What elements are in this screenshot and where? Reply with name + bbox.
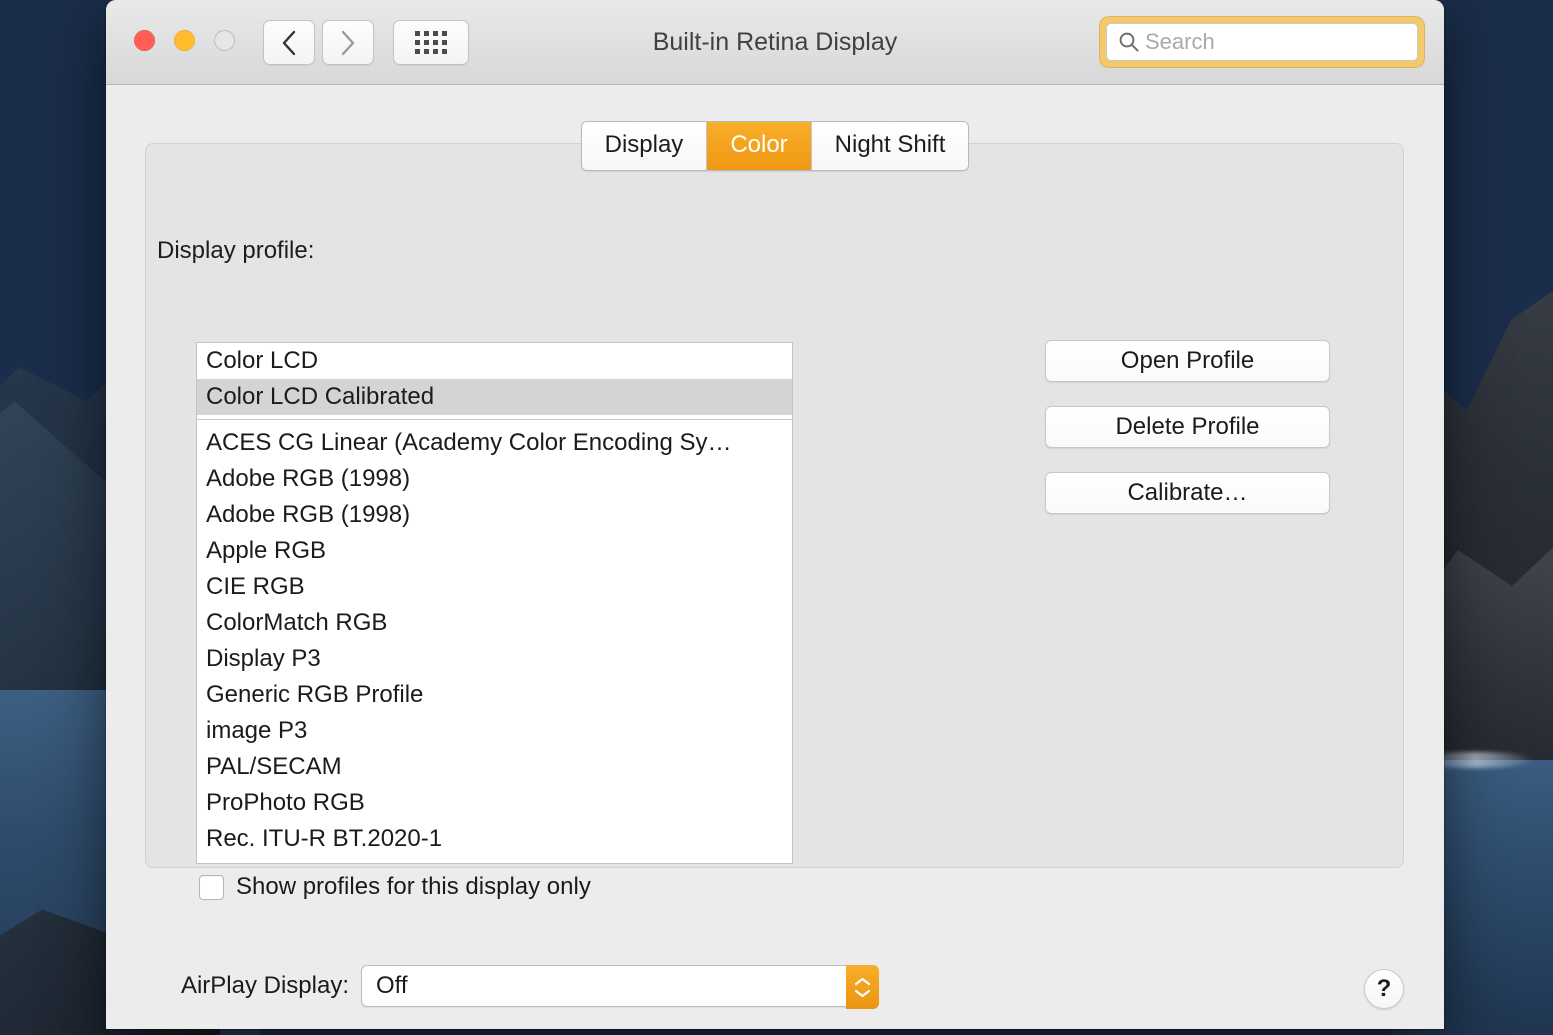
- chevron-up-icon: [854, 977, 871, 985]
- list-item-selected[interactable]: Color LCD Calibrated: [197, 379, 792, 415]
- preferences-body: Display Color Night Shift Display profil…: [106, 85, 1444, 1029]
- list-separator: [197, 419, 792, 420]
- tab-bar: Display Color Night Shift: [106, 121, 1444, 171]
- list-item[interactable]: Adobe RGB (1998): [197, 497, 792, 533]
- search-field[interactable]: [1106, 23, 1418, 61]
- search-icon: [1119, 32, 1139, 52]
- show-profiles-only-label: Show profiles for this display only: [236, 873, 591, 900]
- tab-display[interactable]: Display: [581, 122, 708, 170]
- delete-profile-button[interactable]: Delete Profile: [1045, 406, 1330, 448]
- airplay-display-value: Off: [376, 972, 408, 999]
- list-item[interactable]: ProPhoto RGB: [197, 785, 792, 821]
- calibrate-button[interactable]: Calibrate…: [1045, 472, 1330, 514]
- list-item[interactable]: ColorMatch RGB: [197, 605, 792, 641]
- display-profile-list[interactable]: Color LCD Color LCD Calibrated ACES CG L…: [196, 342, 793, 864]
- system-preferences-window: Built-in Retina Display Display Color Ni…: [106, 0, 1444, 1029]
- airplay-stepper[interactable]: [846, 965, 879, 1009]
- list-item[interactable]: ACES CG Linear (Academy Color Encoding S…: [197, 425, 792, 461]
- show-profiles-only-row[interactable]: Show profiles for this display only: [199, 873, 591, 901]
- list-item[interactable]: CIE RGB: [197, 569, 792, 605]
- list-item[interactable]: Color LCD: [197, 343, 792, 379]
- help-button[interactable]: ?: [1364, 969, 1404, 1009]
- search-focus-ring: [1100, 17, 1424, 67]
- tab-night-shift[interactable]: Night Shift: [811, 122, 969, 170]
- chevron-down-icon: [854, 989, 871, 997]
- airplay-display-row: AirPlay Display: Off: [153, 965, 879, 1009]
- profile-action-buttons: Open Profile Delete Profile Calibrate…: [1045, 340, 1330, 514]
- open-profile-button[interactable]: Open Profile: [1045, 340, 1330, 382]
- display-profile-label: Display profile:: [157, 237, 315, 264]
- airplay-display-select[interactable]: Off: [361, 965, 879, 1009]
- list-item[interactable]: image P3: [197, 713, 792, 749]
- tab-color[interactable]: Color: [707, 122, 812, 170]
- list-item[interactable]: Display P3: [197, 641, 792, 677]
- window-titlebar: Built-in Retina Display: [106, 0, 1444, 85]
- list-item[interactable]: Rec. ITU-R BT.2020-1: [197, 821, 792, 857]
- tab-group: Display Color Night Shift: [580, 121, 970, 171]
- list-item[interactable]: PAL/SECAM: [197, 749, 792, 785]
- list-item[interactable]: Adobe RGB (1998): [197, 461, 792, 497]
- search-input[interactable]: [1145, 29, 1417, 55]
- list-item[interactable]: Generic RGB Profile: [197, 677, 792, 713]
- airplay-display-label: AirPlay Display:: [180, 972, 349, 999]
- list-item[interactable]: Apple RGB: [197, 533, 792, 569]
- show-profiles-only-checkbox[interactable]: [199, 874, 224, 900]
